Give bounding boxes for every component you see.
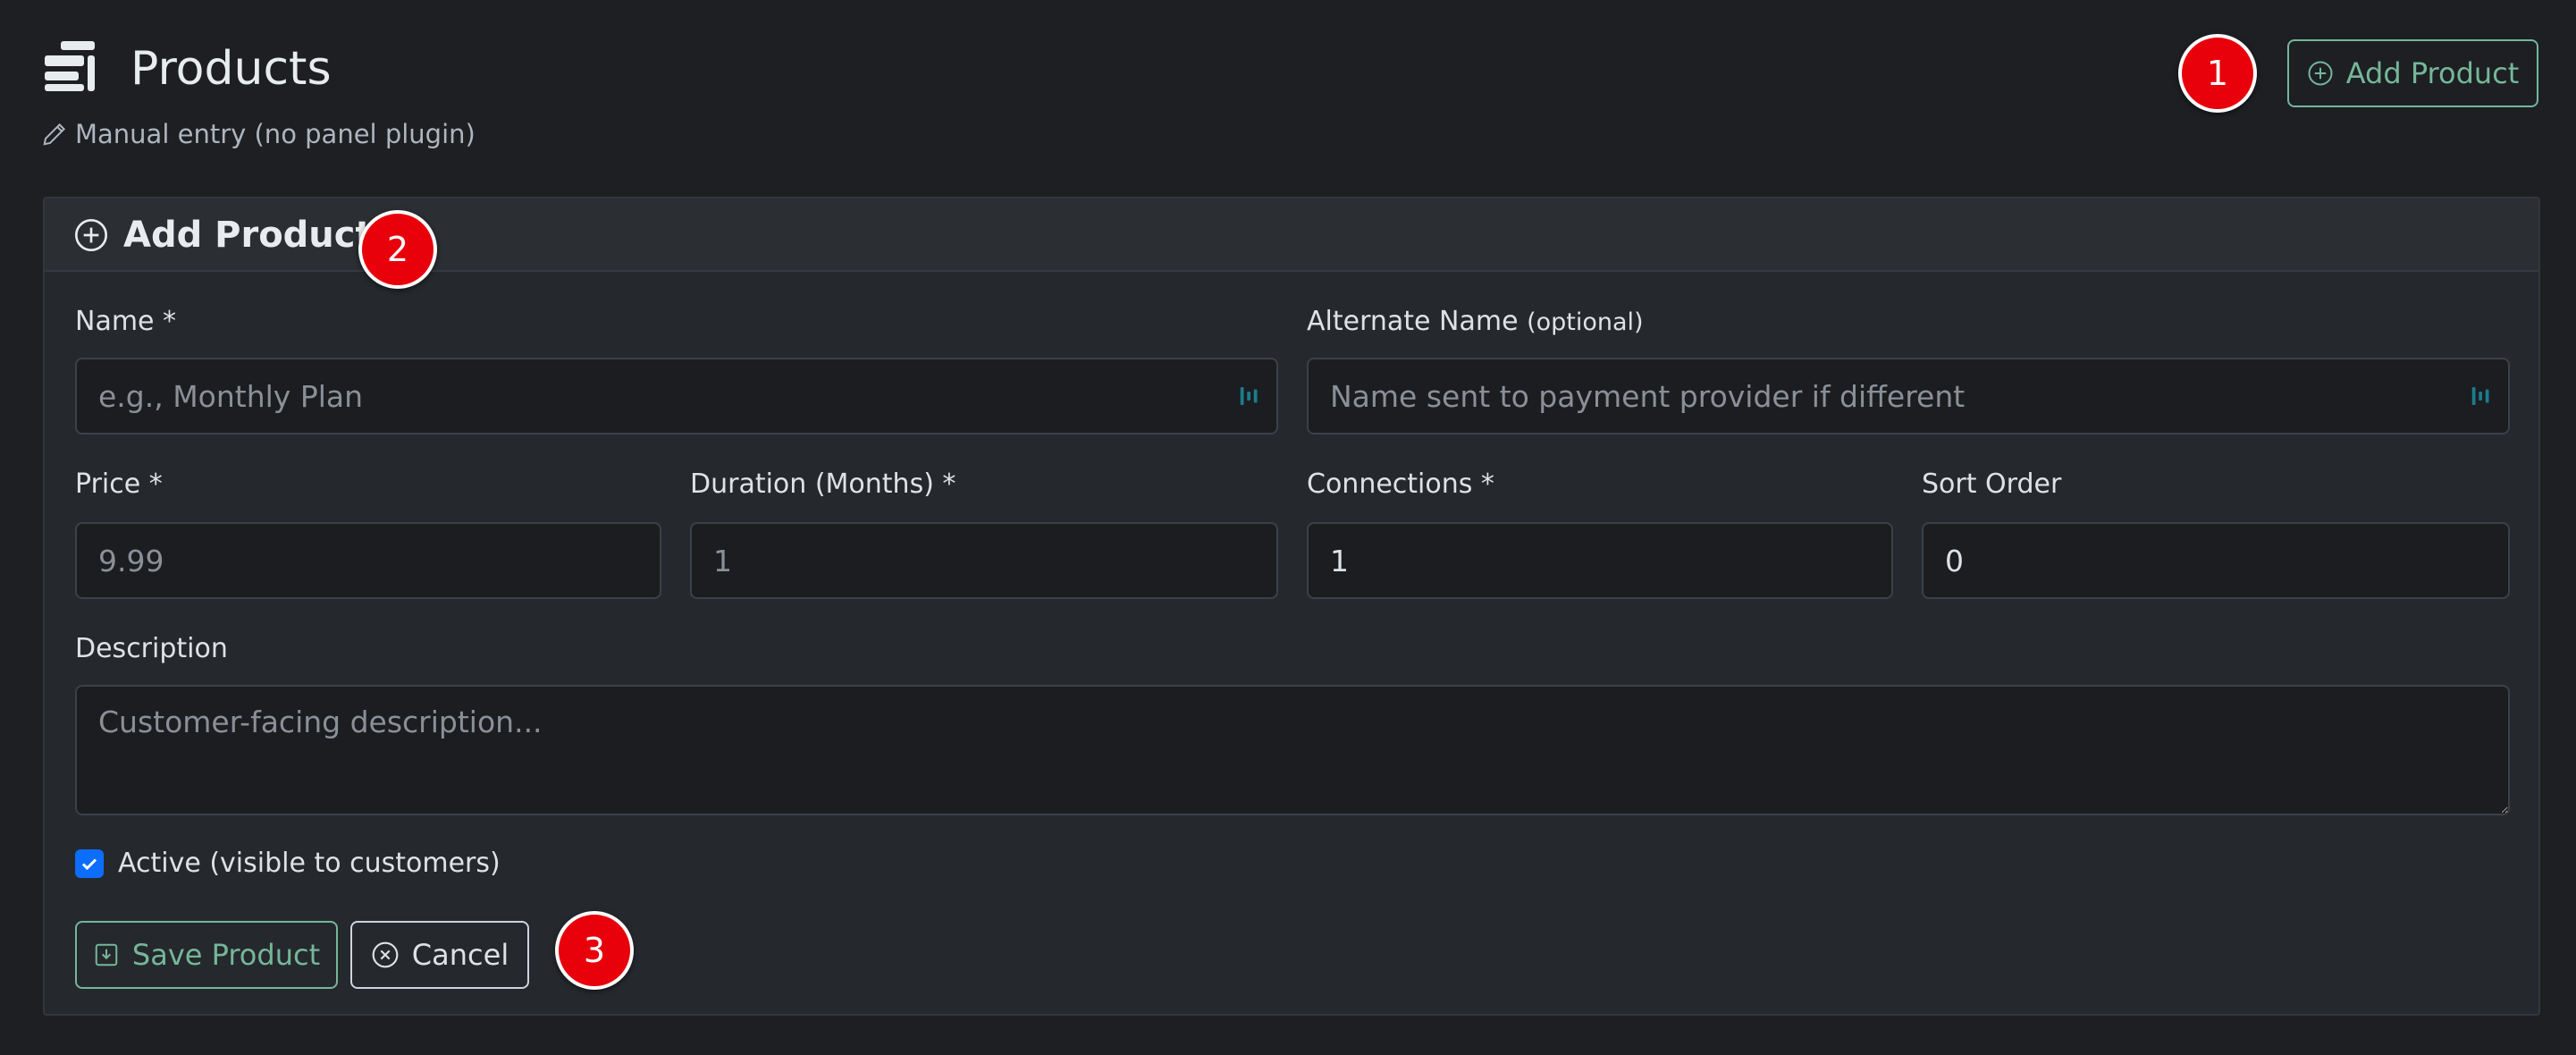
name-label: Name * xyxy=(75,306,177,337)
sort-order-label: Sort Order xyxy=(1922,468,2062,500)
connections-input[interactable] xyxy=(1307,522,1893,599)
alternate-name-label: Alternate Name (optional) xyxy=(1307,304,1644,341)
step-marker-1: 1 xyxy=(2178,34,2257,113)
page-subtitle: Manual entry (no panel plugin) xyxy=(41,116,476,152)
plus-circle-icon xyxy=(2308,61,2333,86)
add-product-card: Add Product Name * Alternate Name (optio… xyxy=(43,197,2540,1016)
products-icon xyxy=(45,41,95,91)
add-product-button[interactable]: Add Product xyxy=(2287,39,2538,107)
price-input[interactable] xyxy=(75,522,661,599)
password-manager-icon[interactable] xyxy=(2469,383,2496,409)
connections-label: Connections * xyxy=(1307,468,1494,500)
cancel-button[interactable]: Cancel xyxy=(350,921,529,989)
plus-circle-icon xyxy=(75,219,107,251)
description-label: Description xyxy=(75,633,228,664)
description-textarea[interactable] xyxy=(75,685,2510,815)
duration-input[interactable] xyxy=(690,522,1278,599)
name-field-wrap xyxy=(75,358,1278,435)
card-title: Add Product xyxy=(73,211,373,259)
alternate-name-field-wrap xyxy=(1307,358,2510,435)
products-page: Products Manual entry (no panel plugin) … xyxy=(0,0,2576,1055)
alternate-name-input[interactable] xyxy=(1307,358,2510,435)
active-checkbox-row: Active (visible to customers) xyxy=(75,848,501,879)
step-marker-3: 3 xyxy=(555,911,634,990)
pencil-icon xyxy=(43,122,66,146)
x-circle-icon xyxy=(372,941,399,968)
step-marker-2: 2 xyxy=(358,210,437,289)
active-checkbox[interactable] xyxy=(75,848,104,878)
password-manager-icon[interactable] xyxy=(1237,383,1264,409)
page-title: Products xyxy=(130,42,332,96)
save-product-button[interactable]: Save Product xyxy=(75,921,338,989)
check-icon xyxy=(81,857,97,870)
price-label: Price * xyxy=(75,468,163,500)
sort-order-input[interactable] xyxy=(1922,522,2510,599)
save-product-label: Save Product xyxy=(131,938,321,972)
alternate-name-label-text: Alternate Name xyxy=(1307,306,1519,337)
save-download-icon xyxy=(95,943,118,966)
optional-hint: (optional) xyxy=(1527,308,1644,336)
active-checkbox-label[interactable]: Active (visible to customers) xyxy=(118,848,501,879)
name-input[interactable] xyxy=(75,358,1278,435)
add-product-label: Add Product xyxy=(2345,56,2520,90)
duration-label: Duration (Months) * xyxy=(690,468,956,500)
cancel-label: Cancel xyxy=(411,938,509,972)
subtitle-text: Manual entry (no panel plugin) xyxy=(75,119,476,149)
card-title-text: Add Product xyxy=(123,215,373,256)
